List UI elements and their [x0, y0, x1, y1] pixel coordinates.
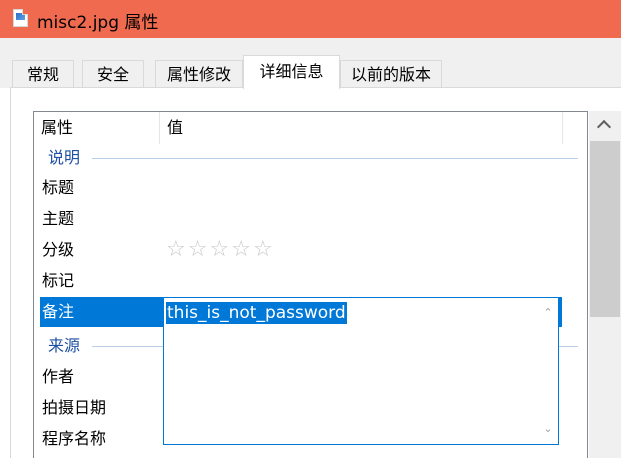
property-name: 标记: [42, 271, 75, 290]
group-header-description[interactable]: 说明: [34, 144, 587, 172]
empty-star-icon[interactable]: ☆: [166, 235, 188, 265]
column-header-property[interactable]: 属性: [34, 112, 159, 144]
tab-attribute-modify[interactable]: 属性修改: [155, 60, 243, 87]
scrollbar-thumb[interactable]: [590, 141, 620, 317]
tab-general[interactable]: 常规: [12, 60, 74, 87]
tab-details[interactable]: 详细信息: [243, 55, 340, 89]
empty-star-icon[interactable]: ☆: [231, 235, 253, 265]
comments-value-selected[interactable]: this_is_not_password: [166, 302, 347, 324]
group-label: 说明: [48, 148, 86, 167]
window-title: misc2.jpg 属性: [37, 13, 159, 33]
comments-edit-box[interactable]: this_is_not_password ⌃ ⌄: [163, 297, 559, 445]
column-divider[interactable]: [562, 112, 563, 144]
list-scrollbar[interactable]: [589, 111, 621, 458]
property-name: 分级: [42, 240, 75, 259]
column-header-value[interactable]: 值: [160, 112, 560, 144]
tab-previous-versions[interactable]: 以前的版本: [340, 60, 442, 87]
property-row-tags[interactable]: 标记: [40, 266, 564, 296]
jpg-image-file-icon: [13, 9, 28, 27]
tab-security[interactable]: 安全: [82, 60, 144, 87]
property-row-rating[interactable]: 分级 ☆☆☆☆☆: [40, 235, 564, 265]
empty-star-icon[interactable]: ☆: [209, 235, 231, 265]
chevron-down-icon[interactable]: ⌄: [542, 423, 554, 435]
property-name: 程序名称: [42, 429, 107, 448]
group-label: 来源: [48, 336, 86, 355]
empty-star-icon[interactable]: ☆: [253, 235, 275, 265]
empty-star-icon[interactable]: ☆: [188, 235, 210, 265]
title-bar: misc2.jpg 属性: [0, 0, 621, 38]
property-row-subject[interactable]: 主题: [40, 204, 564, 234]
group-divider: [92, 158, 578, 159]
property-name: 拍摄日期: [42, 398, 107, 417]
rating-stars[interactable]: ☆☆☆☆☆: [166, 235, 275, 265]
property-name: 作者: [42, 367, 75, 386]
property-name: 备注: [42, 302, 75, 321]
chevron-up-icon[interactable]: ⌃: [542, 307, 554, 319]
editor-scrollbar[interactable]: ⌃ ⌄: [538, 298, 558, 444]
chevron-up-icon[interactable]: [589, 111, 621, 141]
property-name: 标题: [42, 178, 75, 197]
property-name: 主题: [42, 209, 75, 228]
property-row-title[interactable]: 标题: [40, 173, 564, 203]
column-headers: 属性 值: [34, 112, 587, 144]
